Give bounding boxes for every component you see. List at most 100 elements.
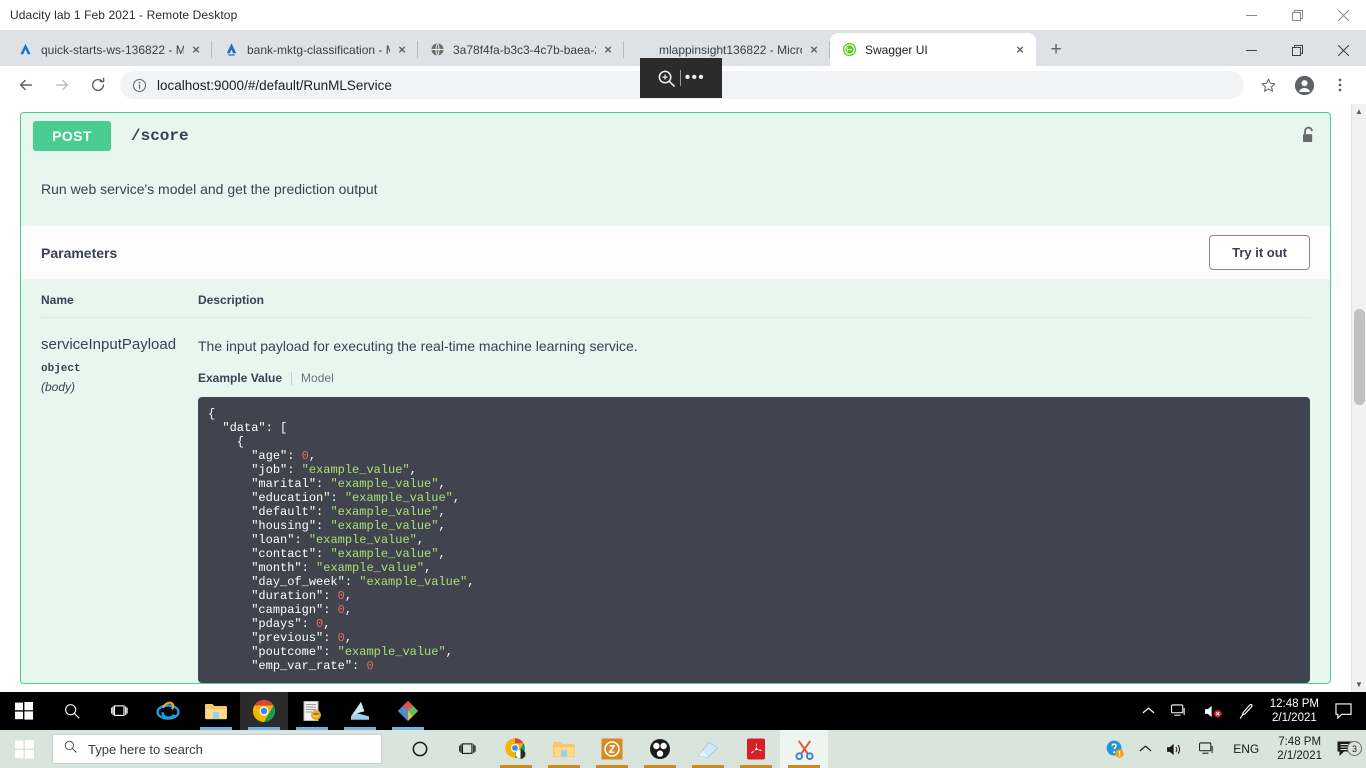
code-line: "day_of_week": "example_value", <box>251 575 475 589</box>
forward-button[interactable] <box>47 70 77 100</box>
taskbar-item-task-view[interactable] <box>96 692 144 730</box>
http-method-badge: POST <box>33 121 111 151</box>
window-title: Udacity lab 1 Feb 2021 - Remote Desktop <box>10 8 238 22</box>
remote-taskbar: 12:48 PM 2/1/2021 <box>0 692 1366 730</box>
host-taskbar-item-orange-app[interactable] <box>588 730 636 768</box>
scroll-down-arrow-icon[interactable]: ▼ <box>1352 677 1366 692</box>
example-value-code-block[interactable]: { "data": [ { "age": 0, "job": "example_… <box>198 397 1310 683</box>
tab-divider <box>291 371 293 385</box>
code-line: "previous": 0, <box>251 631 353 645</box>
zoom-in-icon[interactable] <box>657 69 676 88</box>
parameter-description: The input payload for executing the real… <box>198 338 638 354</box>
close-icon[interactable]: × <box>806 42 822 58</box>
host-taskbar-item-adobe-reader[interactable] <box>732 730 780 768</box>
code-line: "education": "example_value", <box>251 491 461 505</box>
code-line: { <box>208 435 245 449</box>
back-button[interactable] <box>11 70 41 100</box>
magnifier-overlay[interactable]: ••• <box>640 58 722 98</box>
column-header-name: Name <box>41 293 74 307</box>
taskbar-item-file-explorer[interactable] <box>192 692 240 730</box>
host-start-button[interactable] <box>0 730 48 768</box>
host-clock-date: 2/1/2021 <box>1277 750 1322 762</box>
network-icon[interactable] <box>1163 704 1196 718</box>
window-close-button[interactable] <box>1320 0 1366 30</box>
window-restore-button[interactable] <box>1274 0 1320 30</box>
taskbar-item-jupyter[interactable] <box>288 692 336 730</box>
host-taskbar-item-sticky-notes[interactable] <box>684 730 732 768</box>
reload-button[interactable] <box>83 70 113 100</box>
browser-tab-title: bank-mktg-classification - Mic <box>247 42 390 57</box>
browser-tab-title: quick-starts-ws-136822 - Micro <box>41 42 184 57</box>
taskbar-item-start[interactable] <box>0 692 48 730</box>
taskbar-item-search[interactable] <box>48 692 96 730</box>
host-taskbar-item-obs-studio[interactable] <box>636 730 684 768</box>
page-viewport: POST /score Run web service's model and … <box>0 104 1366 692</box>
host-action-center-icon[interactable]: 3 <box>1330 740 1366 758</box>
remote-taskbar-tray: 12:48 PM 2/1/2021 <box>1134 697 1366 725</box>
help-notification-icon[interactable] <box>1098 739 1132 759</box>
close-icon[interactable]: × <box>600 42 616 58</box>
taskbar-item-visual-studio[interactable] <box>384 692 432 730</box>
show-hidden-icons-chevron-icon[interactable] <box>1134 706 1163 716</box>
browser-tab-bank-mktg-classification[interactable]: bank-mktg-classification - Mic × <box>212 33 418 66</box>
tab-model[interactable]: Model <box>301 371 334 385</box>
host-taskbar-item-chrome[interactable] <box>492 730 540 768</box>
host-language-indicator[interactable]: ENG <box>1223 742 1269 756</box>
volume-muted-icon[interactable] <box>1196 704 1231 719</box>
parameters-table: Name Description serviceInputPayload obj… <box>21 279 1330 683</box>
close-icon[interactable]: × <box>1012 42 1028 58</box>
taskbar-item-azure-storage-explorer[interactable] <box>336 692 384 730</box>
page-scrollbar[interactable]: ▲ ▼ <box>1351 104 1366 692</box>
pen-input-icon[interactable] <box>1231 703 1262 720</box>
parameter-location: (body) <box>41 379 76 394</box>
volume-icon[interactable] <box>1159 742 1192 757</box>
code-line: "age": 0, <box>251 449 317 463</box>
network-icon[interactable] <box>1192 742 1223 756</box>
more-options-icon[interactable]: ••• <box>685 70 705 85</box>
parameters-table-header: Name Description <box>41 279 1310 318</box>
scrollbar-thumb[interactable] <box>1354 309 1365 405</box>
profile-avatar-icon[interactable] <box>1289 70 1319 100</box>
new-tab-button[interactable]: + <box>1042 35 1070 63</box>
operation-summary-header[interactable]: POST /score <box>21 113 1330 159</box>
azure-icon <box>17 42 33 58</box>
code-line: "marital": "example_value", <box>251 477 446 491</box>
window-minimize-button[interactable] <box>1228 0 1274 30</box>
browser-tab-swagger-ui[interactable]: Swagger UI × <box>830 33 1036 66</box>
try-it-out-button[interactable]: Try it out <box>1209 235 1310 270</box>
browser-restore-button[interactable] <box>1274 34 1320 66</box>
host-search-box[interactable]: Type here to search <box>52 734 382 764</box>
scroll-up-arrow-icon[interactable]: ▲ <box>1352 104 1366 119</box>
browser-tab-guid[interactable]: 3a78f4fa-b3c3-4c7b-baea-2 × <box>418 33 624 66</box>
host-taskbar-item-snipping-tool[interactable] <box>780 730 828 768</box>
code-line: "job": "example_value", <box>251 463 417 477</box>
address-bar-url: localhost:9000/#/default/RunMLService <box>157 77 392 93</box>
action-center-icon[interactable] <box>1327 703 1362 719</box>
browser-minimize-button[interactable] <box>1228 34 1274 66</box>
browser-close-button[interactable] <box>1320 34 1366 66</box>
host-taskbar-item-file-explorer[interactable] <box>540 730 588 768</box>
unlock-icon[interactable] <box>1299 125 1318 147</box>
browser-window-controls <box>1228 34 1366 66</box>
chrome-menu-icon[interactable] <box>1325 70 1355 100</box>
close-icon[interactable]: × <box>188 42 204 58</box>
site-info-icon[interactable] <box>132 78 147 93</box>
host-taskbar-tray: ENG 7:48 PM 2/1/2021 3 <box>1098 735 1366 763</box>
blank-favicon-icon <box>635 42 651 58</box>
bookmark-star-icon[interactable] <box>1253 70 1283 100</box>
host-taskbar-item-task-view[interactable] <box>444 730 492 768</box>
close-icon[interactable]: × <box>394 42 410 58</box>
code-line: "default": "example_value", <box>251 505 446 519</box>
tab-example-value[interactable]: Example Value <box>198 371 282 385</box>
column-header-description: Description <box>198 293 265 307</box>
swagger-operation-block: POST /score Run web service's model and … <box>20 112 1331 684</box>
taskbar-item-internet-explorer[interactable] <box>144 692 192 730</box>
host-taskbar-item-cortana[interactable] <box>396 730 444 768</box>
browser-tab-quick-starts-ws[interactable]: quick-starts-ws-136822 - Micro × <box>6 33 212 66</box>
taskbar-item-chrome[interactable] <box>240 692 288 730</box>
show-hidden-icons-chevron-icon[interactable] <box>1132 744 1159 754</box>
code-line: "campaign": 0, <box>251 603 353 617</box>
remote-taskbar-clock[interactable]: 12:48 PM 2/1/2021 <box>1262 697 1327 725</box>
host-taskbar-clock[interactable]: 7:48 PM 2/1/2021 <box>1269 735 1330 763</box>
parameters-header-row: Parameters Try it out <box>21 225 1330 279</box>
